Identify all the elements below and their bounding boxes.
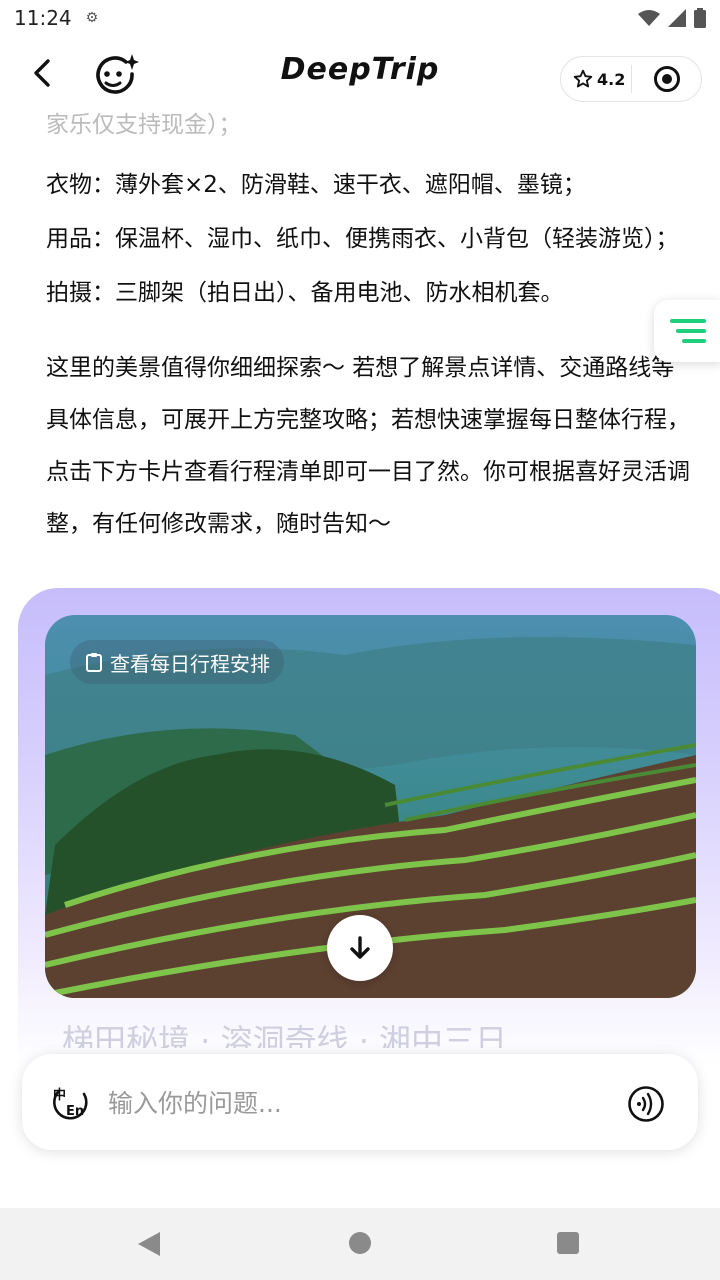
wifi-icon bbox=[638, 10, 660, 26]
chat-input-bar: 中 En bbox=[22, 1054, 698, 1150]
question-input[interactable] bbox=[106, 1082, 590, 1124]
system-nav-bar bbox=[0, 1208, 720, 1280]
clothing-line: 衣物：薄外套×2、防滑鞋、速干衣、遮阳帽、墨镜； bbox=[46, 172, 586, 198]
list-icon bbox=[670, 319, 706, 343]
target-icon bbox=[653, 66, 680, 92]
view-itinerary-label: 查看每日行程安排 bbox=[110, 651, 270, 676]
signal-icon bbox=[668, 9, 686, 27]
status-bar: 11:24 ⚙ bbox=[0, 0, 720, 36]
photo-gear-line: 拍摄：三脚架（拍日出）、备用电池、防水相机套。 bbox=[46, 280, 564, 306]
status-icons bbox=[638, 8, 706, 28]
battery-icon bbox=[694, 8, 706, 28]
items-line: 用品：保温杯、湿巾、纸巾、便携雨衣、小背包（轻装游览）； bbox=[46, 226, 679, 252]
voice-input-button[interactable] bbox=[626, 1084, 666, 1124]
arrow-down-icon bbox=[350, 936, 370, 959]
nav-back-icon[interactable] bbox=[138, 1232, 160, 1256]
card-title-peek: 梯田秘境 · 溶洞奇线 · 湘中三日 bbox=[62, 1022, 508, 1048]
svg-text:En: En bbox=[66, 1104, 84, 1119]
rating-button[interactable]: 4.2 bbox=[561, 69, 631, 89]
scroll-down-button[interactable] bbox=[327, 915, 393, 981]
language-switch-button[interactable]: 中 En bbox=[50, 1082, 90, 1122]
outline-toggle-button[interactable] bbox=[654, 300, 720, 362]
status-time: 11:24 bbox=[14, 6, 72, 30]
svg-text:中: 中 bbox=[53, 1087, 66, 1103]
settings-small-icon: ⚙ bbox=[85, 10, 99, 26]
language-switch-icon: 中 En bbox=[53, 1087, 88, 1120]
voice-icon bbox=[628, 1086, 664, 1122]
chat-content: 家乐仅支持现金）； 衣物：薄外套×2、防滑鞋、速干衣、遮阳帽、墨镜； 用品：保温… bbox=[46, 100, 696, 550]
star-icon bbox=[573, 69, 593, 88]
nav-home-button[interactable] bbox=[349, 1232, 371, 1254]
header-actions-pill: 4.2 bbox=[560, 56, 702, 102]
rating-value: 4.2 bbox=[597, 69, 626, 89]
faded-text-line: 家乐仅支持现金）； bbox=[46, 112, 242, 138]
clipboard-icon bbox=[86, 653, 102, 672]
summary-paragraph: 这里的美景值得你细细探索〜 若想了解景点详情、交通路线等具体信息，可展开上方完整… bbox=[46, 355, 690, 537]
view-itinerary-button[interactable]: 查看每日行程安排 bbox=[70, 640, 284, 684]
nav-recents-button[interactable] bbox=[557, 1232, 579, 1254]
mini-program-close-button[interactable] bbox=[632, 65, 701, 93]
